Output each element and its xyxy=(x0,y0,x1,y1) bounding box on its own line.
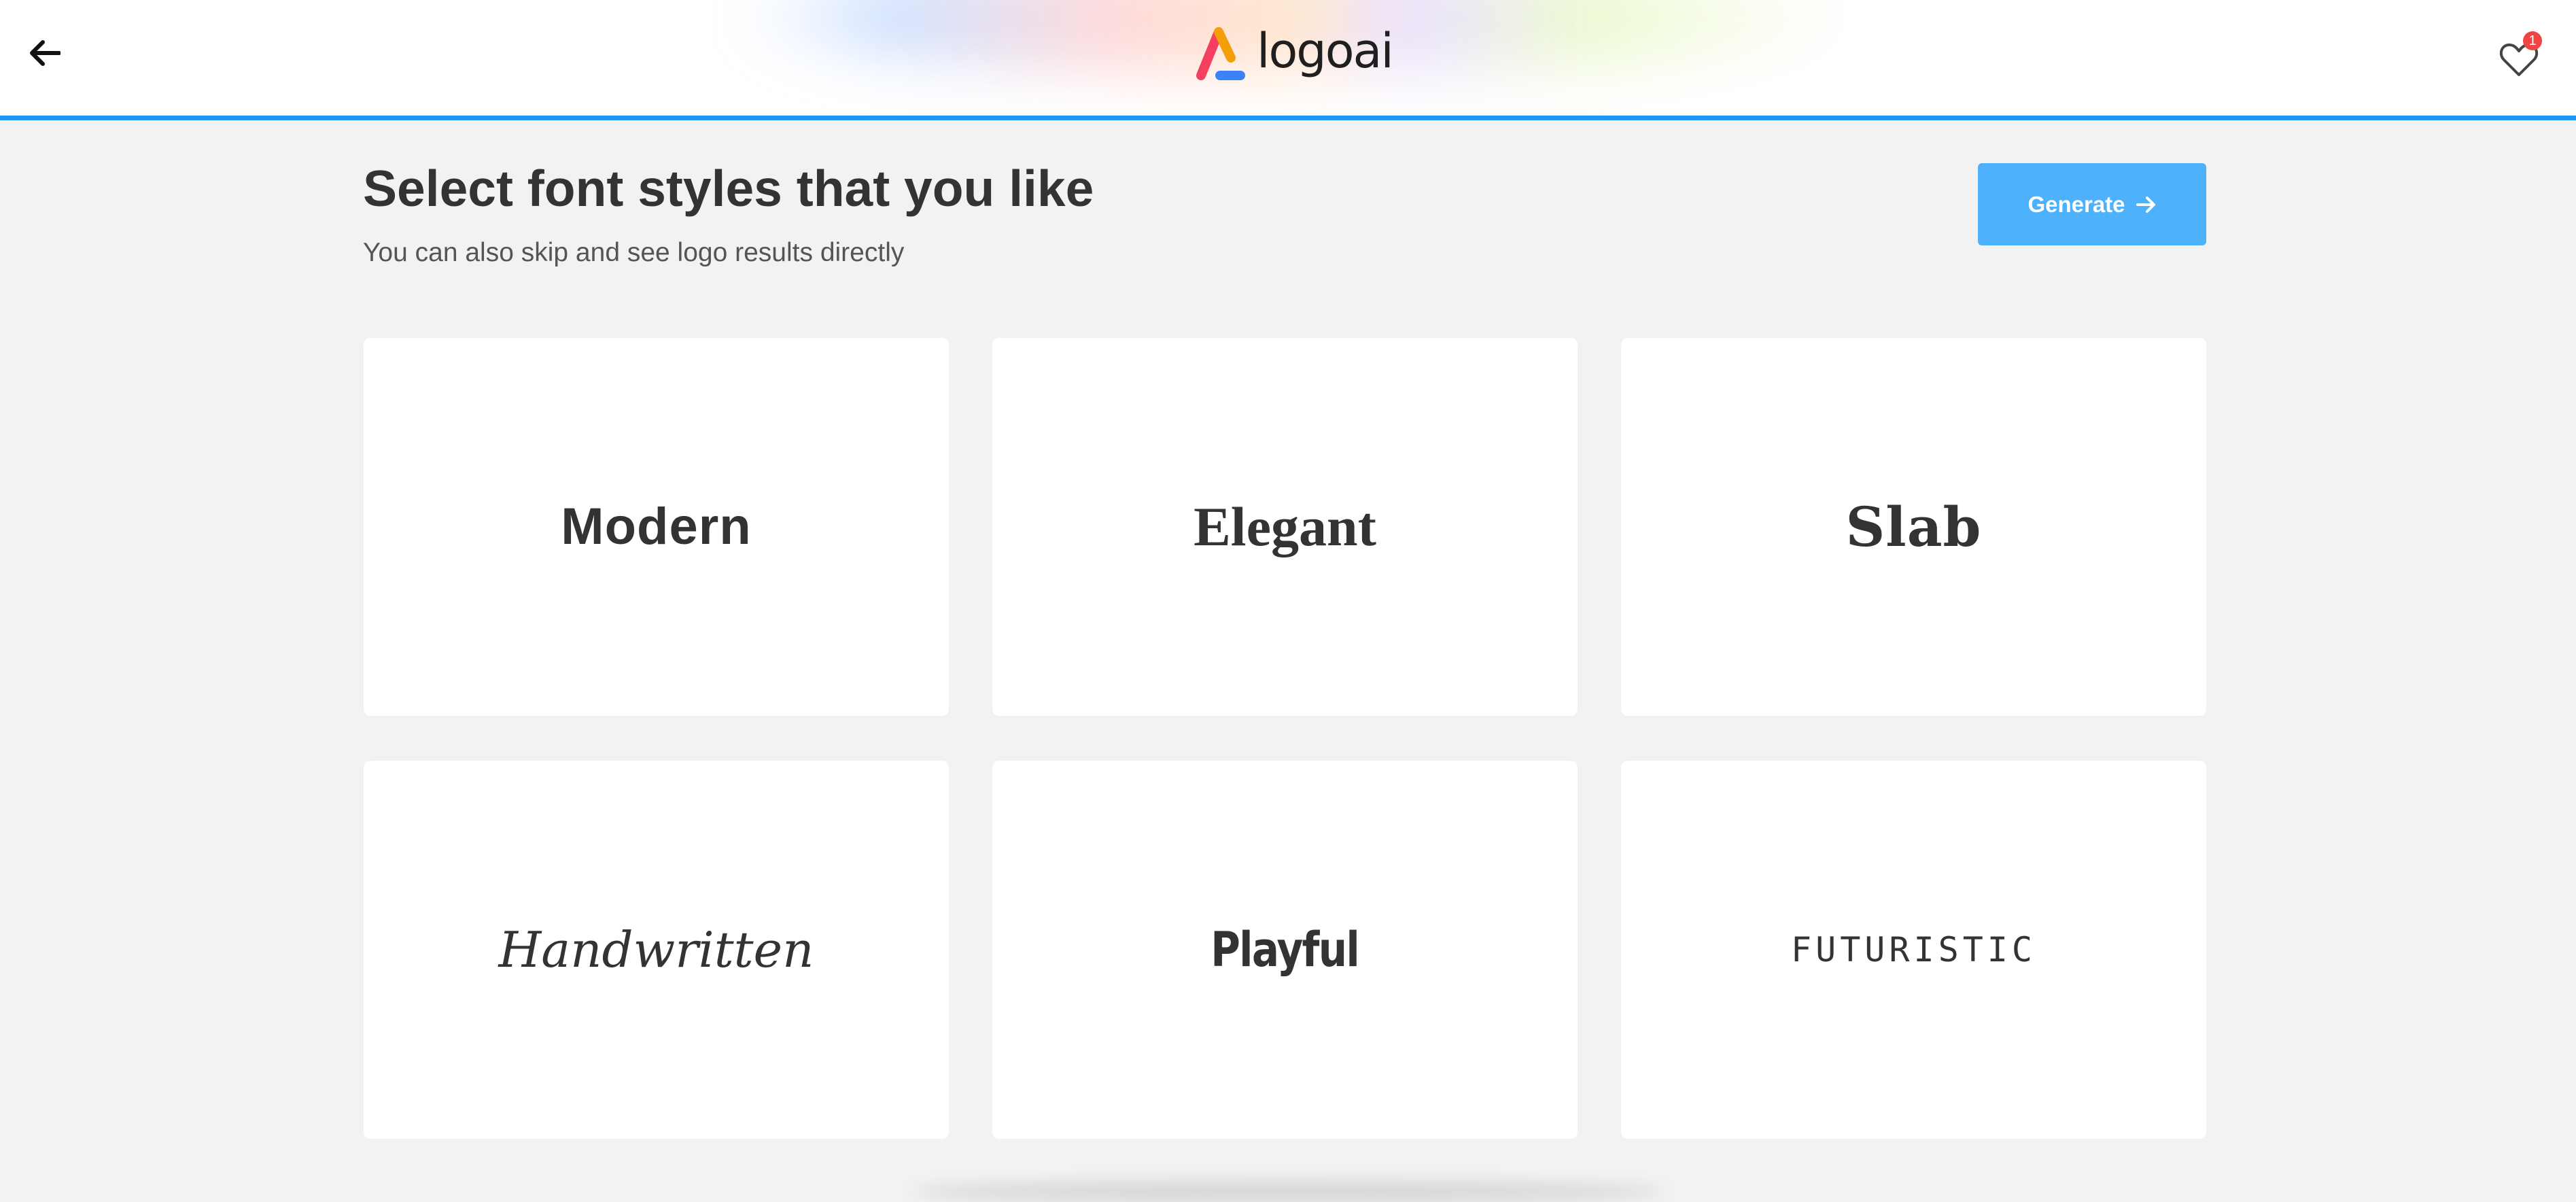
page-subtitle: You can also skip and see logo results d… xyxy=(363,238,905,267)
font-card-modern[interactable]: Modern xyxy=(364,338,949,716)
favorites-count-badge: 1 xyxy=(2523,31,2542,50)
font-card-handwritten[interactable]: Handwritten xyxy=(364,761,949,1139)
font-card-label: Playful xyxy=(1211,922,1361,978)
bottom-shadow xyxy=(911,1182,1665,1202)
top-header: logoai 1 xyxy=(0,0,2576,120)
arrow-left-icon xyxy=(30,40,60,66)
font-card-elegant[interactable]: Elegant xyxy=(992,338,1578,716)
generate-button[interactable]: Generate xyxy=(1978,163,2206,245)
logo-mark-icon xyxy=(1196,27,1245,80)
font-card-label: Slab xyxy=(1845,495,1982,559)
back-button[interactable] xyxy=(19,27,71,79)
favorites-button[interactable]: 1 xyxy=(2499,31,2546,79)
arrow-right-icon xyxy=(2136,196,2155,213)
font-card-label: Elegant xyxy=(1194,496,1376,557)
font-card-label: Modern xyxy=(561,498,752,555)
logo-text: logoai xyxy=(1257,23,1394,79)
font-card-label: FUTURISTIC xyxy=(1790,930,2037,969)
font-card-futuristic[interactable]: FUTURISTIC xyxy=(1621,761,2206,1139)
font-card-playful[interactable]: Playful xyxy=(992,761,1578,1139)
font-card-slab[interactable]: Slab xyxy=(1621,338,2206,716)
logo[interactable]: logoai xyxy=(1193,19,1394,87)
page-title: Select font styles that you like xyxy=(363,160,1094,217)
generate-button-label: Generate xyxy=(2027,191,2125,217)
font-card-label: Handwritten xyxy=(498,921,814,978)
